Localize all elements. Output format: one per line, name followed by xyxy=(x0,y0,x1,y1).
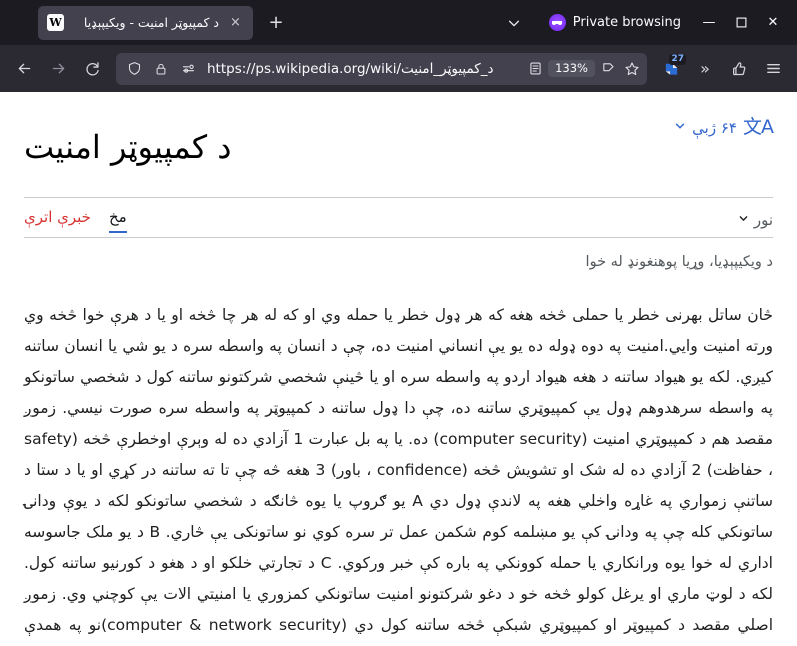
title-and-language-row: 文A ۶۴ ژبې د کمپیوټر امنیت xyxy=(24,92,774,189)
more-menu-button[interactable]: نور xyxy=(738,211,773,229)
private-browsing-indicator: Private browsing xyxy=(548,14,681,31)
back-button[interactable] xyxy=(8,53,40,85)
close-window-button[interactable]: ✕ xyxy=(757,3,789,43)
tracking-protection-shield-icon[interactable] xyxy=(123,58,145,80)
url-bar-actions: 133% xyxy=(524,58,643,80)
maximize-window-button[interactable] xyxy=(725,3,757,43)
downloads-count-badge: 27 xyxy=(669,53,686,65)
more-menu-label: نور xyxy=(753,211,773,230)
close-tab-icon[interactable]: × xyxy=(227,14,244,31)
chevron-down-icon xyxy=(674,120,686,135)
reload-button[interactable] xyxy=(76,53,108,85)
site-subtitle: د ويکيپېډيا، وړيا پوهنغونډ له خوا xyxy=(585,253,773,270)
article-tabs-row: نور مخ خبرې اترې xyxy=(24,198,773,233)
article-container: 文A ۶۴ ژبې د کمپیوټر امنیت نور مخ خبرې ات… xyxy=(0,92,797,646)
article-body: څان ساتل بهرنی خطر یا حملی څخه هغه که هر… xyxy=(24,305,774,634)
language-icon: 文A xyxy=(743,116,774,138)
namespace-tabs: مخ خبرې اترې xyxy=(24,208,127,233)
url-bar[interactable]: https://ps.wikipedia.org/wiki/د_کمپیوټر_… xyxy=(116,52,647,85)
reader-view-icon[interactable] xyxy=(524,58,546,80)
tab-strip-right: Private browsing — ✕ xyxy=(497,3,789,43)
page-viewport: 文A ۶۴ ژبې د کمپیوټر امنیت نور مخ خبرې ات… xyxy=(0,92,797,646)
extension-icon[interactable] xyxy=(723,53,755,85)
tab-strip: W د کمپیوټر امنیت - ویکیپېډیا × + Privat… xyxy=(0,0,797,45)
list-all-tabs-icon[interactable] xyxy=(497,7,531,39)
page-title: د کمپیوټر امنیت xyxy=(24,128,232,167)
chevron-down-icon xyxy=(738,213,749,227)
private-browsing-label: Private browsing xyxy=(572,15,681,30)
lock-icon[interactable] xyxy=(150,58,172,80)
overflow-menu-button[interactable]: » xyxy=(689,53,721,85)
tab-article[interactable]: مخ xyxy=(108,208,127,233)
browser-tab-active[interactable]: W د کمپیوټر امنیت - ویکیپېډیا × xyxy=(38,5,253,40)
site-permissions-icon[interactable] xyxy=(177,58,199,80)
bookmark-star-icon[interactable] xyxy=(621,58,643,80)
app-menu-button[interactable] xyxy=(757,53,789,85)
bookmark-tag-icon[interactable] xyxy=(597,58,619,80)
zoom-level-badge[interactable]: 133% xyxy=(548,59,595,78)
browser-tab-title: د کمپیوټر امنیت - ویکیپېډیا xyxy=(83,15,219,30)
private-mask-icon xyxy=(548,14,566,31)
downloads-button[interactable]: 27 xyxy=(655,53,687,85)
url-text[interactable]: https://ps.wikipedia.org/wiki/د_کمپیوټر_… xyxy=(204,61,519,77)
navigation-toolbar: https://ps.wikipedia.org/wiki/د_کمپیوټر_… xyxy=(0,45,797,92)
tab-talk[interactable]: خبرې اترې xyxy=(24,208,91,231)
new-tab-button[interactable]: + xyxy=(263,10,289,36)
forward-button[interactable] xyxy=(42,53,74,85)
language-count-label: ۶۴ ژبې xyxy=(692,118,737,137)
browser-window: W د کمپیوټر امنیت - ویکیپېډیا × + Privat… xyxy=(0,0,797,646)
minimize-window-button[interactable]: — xyxy=(693,3,725,43)
wikipedia-favicon-icon: W xyxy=(47,14,64,31)
language-selector-button[interactable]: 文A ۶۴ ژبې xyxy=(674,106,774,138)
